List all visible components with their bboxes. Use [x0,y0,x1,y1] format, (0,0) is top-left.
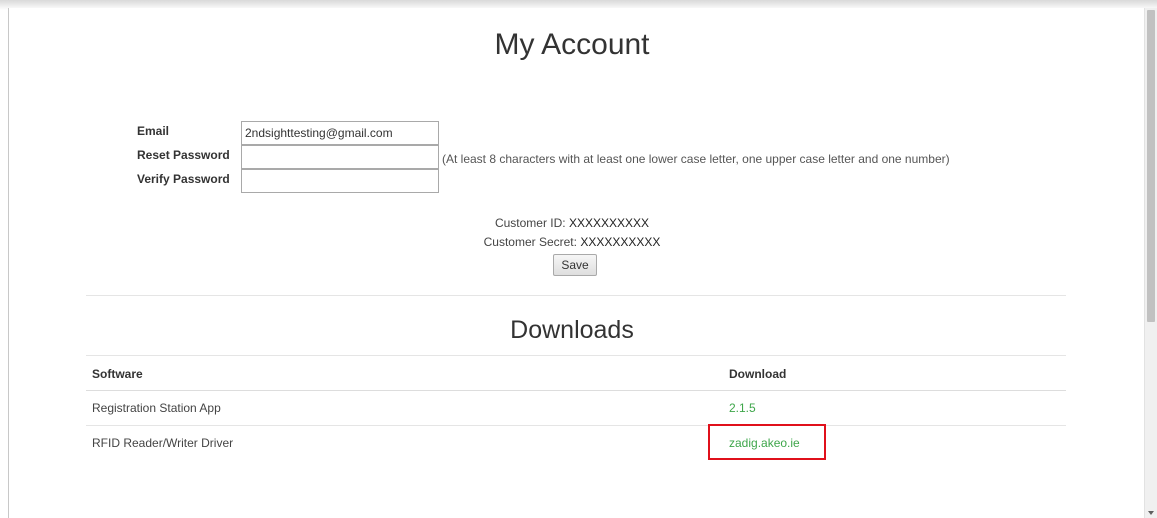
customer-secret-line: Customer Secret: XXXXXXXXXX [0,235,1144,249]
table-row-software: Registration Station App [92,401,221,415]
download-link-registration-app[interactable]: 2.1.5 [729,401,756,415]
table-header-border [86,390,1066,391]
verify-password-label: Verify Password [137,172,230,186]
vertical-scrollbar[interactable] [1144,8,1157,518]
table-row-border [86,425,1066,426]
reset-password-field[interactable] [241,145,439,169]
customer-secret-value: XXXXXXXXXX [580,235,661,249]
column-header-download: Download [729,367,787,381]
save-button[interactable]: Save [553,254,597,276]
column-header-software: Software [92,367,143,381]
email-field[interactable] [241,121,439,145]
password-hint: (At least 8 characters with at least one… [442,152,950,166]
annotation-highlight-box [708,424,826,460]
downloads-title: Downloads [510,316,634,344]
customer-id-line: Customer ID: XXXXXXXXXX [0,216,1144,230]
page-title: My Account [494,28,650,61]
customer-secret-label: Customer Secret: [483,235,577,249]
email-label: Email [137,124,170,138]
customer-id-value: XXXXXXXXXX [568,216,650,230]
table-row-software: RFID Reader/Writer Driver [92,436,234,450]
scroll-down-arrow-icon[interactable] [1148,511,1154,515]
table-top-border [86,355,1066,356]
section-divider [86,295,1066,296]
reset-password-label: Reset Password [137,148,230,162]
customer-id-label: Customer ID: [494,216,566,230]
verify-password-field[interactable] [241,169,439,193]
scrollbar-thumb[interactable] [1147,10,1155,322]
